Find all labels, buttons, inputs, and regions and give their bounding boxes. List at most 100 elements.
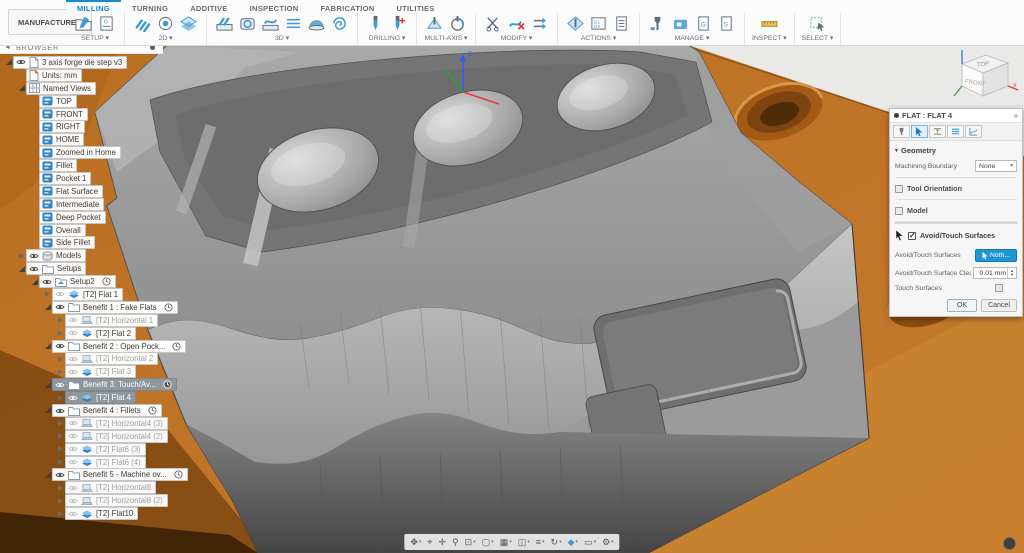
avoid-touch-clearance-input[interactable]: 0.01 mm ▲▼	[973, 267, 1017, 279]
tree-folder-row[interactable]: Setups	[0, 262, 260, 275]
tree-item-row[interactable]: [T2] Flat10	[0, 507, 260, 520]
adaptive2d-icon[interactable]	[132, 14, 153, 33]
visibility-eye-icon[interactable]	[55, 303, 65, 311]
group-label-inspect[interactable]: INSPECT ▾	[752, 34, 787, 44]
group-label-actions[interactable]: ACTIONS ▾	[581, 34, 617, 44]
collapsed-arrow-icon[interactable]	[56, 395, 65, 401]
setup-sheet-doc-icon[interactable]	[611, 14, 632, 33]
tree-item-row[interactable]: HOME	[0, 133, 260, 146]
tree-item-row[interactable]: Fillet	[0, 159, 260, 172]
tree-item-row[interactable]: Models	[0, 249, 260, 262]
spiral-icon[interactable]	[329, 14, 350, 33]
collapsed-arrow-icon[interactable]	[43, 291, 52, 297]
tab-turning[interactable]: TURNING	[121, 0, 179, 13]
pan-icon[interactable]: ✛	[438, 534, 446, 550]
touch-surfaces-checkbox[interactable]	[995, 284, 1003, 292]
post-process-icon[interactable]: G1G2	[588, 14, 609, 33]
group-label-setup[interactable]: SETUP ▾	[81, 34, 109, 44]
model-checkbox[interactable]	[895, 207, 903, 215]
collapsed-arrow-icon[interactable]	[56, 433, 65, 439]
visibility-eye-icon[interactable]	[68, 355, 78, 363]
group-label-drilling[interactable]: DRILLING ▾	[369, 34, 406, 44]
drill-icon[interactable]	[365, 14, 386, 33]
ok-button[interactable]: OK	[947, 299, 977, 312]
pocket2d-icon[interactable]	[155, 14, 176, 33]
visibility-eye-icon[interactable]	[55, 342, 65, 350]
view-cube[interactable]: TOP FRONT X	[950, 46, 1020, 113]
tree-item-row[interactable]: [T2] Flat6 (4)	[0, 456, 260, 469]
setup-sheet-icon[interactable]: G	[96, 14, 117, 33]
tree-folder-row[interactable]: Setup2	[0, 275, 260, 288]
visibility-eye-icon[interactable]	[68, 394, 78, 402]
expanded-arrow-icon[interactable]	[17, 85, 26, 91]
tree-item-row[interactable]: RIGHT	[0, 120, 260, 133]
tree-item-row[interactable]: Overall	[0, 224, 260, 237]
regenerate-icon[interactable]: ↻▾	[551, 534, 562, 550]
dialog-tab-linking[interactable]	[965, 125, 982, 138]
dialog-titlebar[interactable]: FLAT : FLAT 4 »	[890, 109, 1022, 123]
spinner-control[interactable]: ▲▼	[1007, 268, 1016, 278]
collapsed-arrow-icon[interactable]	[56, 330, 65, 336]
adaptive3d-icon[interactable]	[214, 14, 235, 33]
move-toolpath-icon[interactable]	[529, 14, 550, 33]
expanded-arrow-icon[interactable]	[17, 266, 26, 272]
visibility-eye-icon[interactable]	[68, 329, 78, 337]
display-settings-icon[interactable]: ▢▾	[482, 534, 494, 550]
collapsed-arrow-icon[interactable]	[56, 511, 65, 517]
dialog-tab-heights[interactable]	[929, 125, 946, 138]
contour-icon[interactable]	[260, 14, 281, 33]
visibility-eye-icon[interactable]	[68, 445, 78, 453]
model-group[interactable]: Model	[895, 199, 1017, 222]
tree-item-row[interactable]: [T2] Horizontal 1	[0, 314, 260, 327]
grid-and-snaps-icon[interactable]: ▦▾	[500, 534, 512, 550]
collapsed-arrow-icon[interactable]	[56, 446, 65, 452]
collapsed-arrow-icon[interactable]	[56, 356, 65, 362]
tab-fabrication[interactable]: FABRICATION	[309, 0, 385, 13]
expanded-arrow-icon[interactable]	[43, 343, 52, 349]
delete-toolpath-icon[interactable]	[506, 14, 527, 33]
tree-folder-row[interactable]: Benefit 4 : Fillets	[0, 404, 260, 417]
collapsed-arrow-icon[interactable]	[56, 498, 65, 504]
assistant-badge[interactable]	[1003, 537, 1016, 550]
geometry-section-header[interactable]: ▾ Geometry	[895, 146, 1017, 155]
avoid-touch-surfaces-select-button[interactable]: Noth...	[975, 249, 1017, 262]
tree-item-row[interactable]: Pocket 1	[0, 172, 260, 185]
tree-item-row[interactable]: Named Views	[0, 82, 260, 95]
viewports-icon[interactable]: ◫▾	[518, 534, 530, 550]
collapsed-arrow-icon[interactable]	[56, 317, 65, 323]
expanded-arrow-icon[interactable]	[43, 472, 52, 478]
options-icon[interactable]: ⚙▾	[602, 534, 614, 550]
visibility-eye-icon[interactable]	[29, 265, 39, 273]
post-library-icon[interactable]: G	[693, 14, 714, 33]
tree-item-row[interactable]: [T2] Flat 1	[0, 288, 260, 301]
swarf-icon[interactable]	[424, 14, 445, 33]
trim-icon[interactable]	[483, 14, 504, 33]
scallop-icon[interactable]	[306, 14, 327, 33]
tool-library-icon[interactable]	[647, 14, 668, 33]
tree-item-row[interactable]: [T2] Horizontal8	[0, 481, 260, 494]
fit-icon[interactable]: ⊡▾	[465, 534, 476, 550]
expanded-arrow-icon[interactable]	[4, 59, 13, 65]
avoid-touch-section-header[interactable]: Avoid/Touch Surfaces	[895, 222, 1017, 244]
tree-item-row[interactable]: [T2] Flat 4	[0, 391, 260, 404]
visibility-eye-icon[interactable]	[68, 368, 78, 376]
tree-folder-row[interactable]: Benefit 1 : Fake Flats	[0, 301, 260, 314]
tree-item-row[interactable]: TOP	[0, 95, 260, 108]
collapsed-arrow-icon[interactable]	[56, 485, 65, 491]
collapsed-arrow-icon[interactable]	[17, 253, 26, 259]
avoid-touch-checkbox[interactable]	[908, 232, 916, 240]
effects-icon[interactable]: ◆▾	[568, 534, 578, 550]
tool-orientation-group[interactable]: Tool Orientation	[895, 177, 1017, 199]
expanded-arrow-icon[interactable]	[30, 279, 39, 285]
dialog-tab-tool[interactable]	[893, 125, 910, 138]
tree-item-row[interactable]: [T2] Flat 3	[0, 365, 260, 378]
tap-icon[interactable]	[388, 14, 409, 33]
tab-utilities[interactable]: UTILITIES	[385, 0, 445, 13]
group-label-3d[interactable]: 3D ▾	[275, 34, 289, 44]
visibility-eye-icon[interactable]	[16, 58, 26, 66]
visibility-eye-icon[interactable]	[68, 510, 78, 518]
templates-icon[interactable]: S	[716, 14, 737, 33]
tree-item-row[interactable]: [T2] Horizontal8 (2)	[0, 494, 260, 507]
visibility-eye-icon[interactable]	[55, 290, 65, 298]
select-icon[interactable]	[807, 14, 828, 33]
